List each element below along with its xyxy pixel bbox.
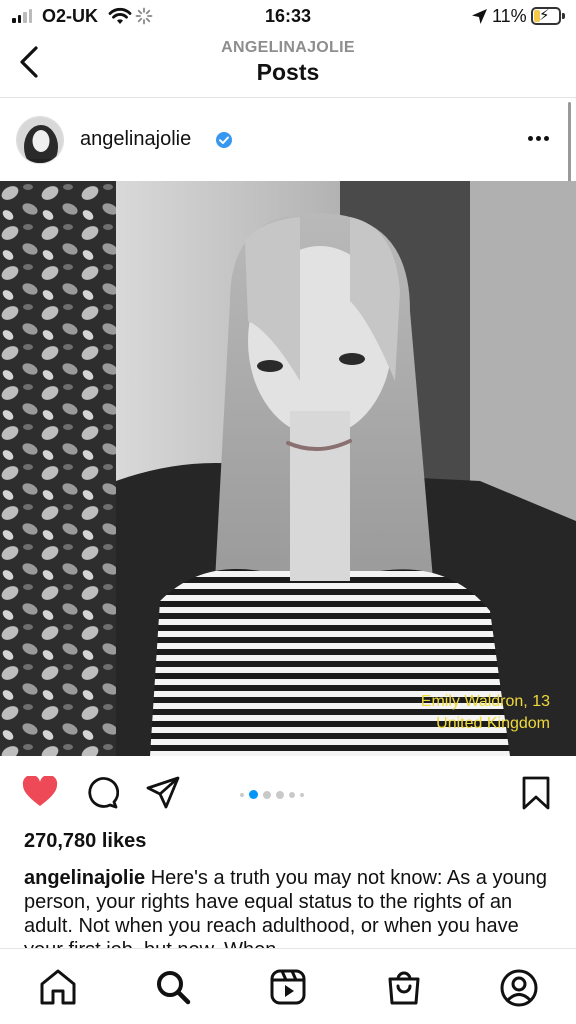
share-icon[interactable] [146, 776, 180, 810]
status-time: 16:33 [264, 6, 312, 26]
carousel-dot [249, 790, 258, 799]
photo-image [0, 181, 576, 756]
nav-header: ANGELINAJOLIE Posts [0, 34, 576, 98]
carousel-dot [289, 791, 295, 798]
header-username: ANGELINAJOLIE [221, 39, 355, 56]
likes-count[interactable]: 270,780 likes [24, 830, 146, 853]
carousel-dot [300, 792, 304, 797]
caption-username[interactable]: angelinajolie [24, 867, 145, 889]
home-icon[interactable] [39, 969, 77, 1005]
photo-caption-overlay: Emily Waldron, 13 United Kingdom [421, 691, 550, 735]
avatar[interactable] [16, 116, 64, 164]
battery-percent: 11% [492, 6, 527, 26]
post-username[interactable]: angelinajolie [80, 128, 191, 151]
comment-icon[interactable] [85, 776, 119, 810]
carousel-indicator [240, 790, 304, 799]
status-bar: O2-UK 16:33 11% ⚡ [0, 0, 576, 34]
battery-charging-icon: ⚡ [531, 7, 561, 25]
page-title: Posts [256, 59, 320, 85]
search-icon[interactable] [155, 969, 191, 1005]
profile-icon[interactable] [500, 969, 538, 1007]
reels-icon[interactable] [270, 969, 306, 1005]
tab-bar [0, 948, 576, 1024]
more-horizontal-icon[interactable] [528, 136, 549, 141]
carousel-dot [240, 792, 244, 797]
post-header: angelinajolie [0, 100, 576, 180]
post-photo[interactable]: Emily Waldron, 13 United Kingdom [0, 181, 576, 756]
verified-badge-icon [216, 132, 232, 148]
post-caption: angelinajolie Here's a truth you may not… [24, 866, 556, 948]
heart-icon[interactable] [22, 776, 58, 808]
bookmark-icon[interactable] [522, 776, 550, 810]
location-arrow-icon [472, 9, 487, 24]
post-actions [0, 762, 576, 822]
carousel-dot [276, 790, 284, 799]
photo-caption-country: United Kingdom [436, 715, 550, 732]
carousel-dot [263, 790, 271, 799]
photo-caption-name: Emily Waldron, 13 [420, 693, 550, 710]
shop-icon[interactable] [386, 969, 422, 1005]
